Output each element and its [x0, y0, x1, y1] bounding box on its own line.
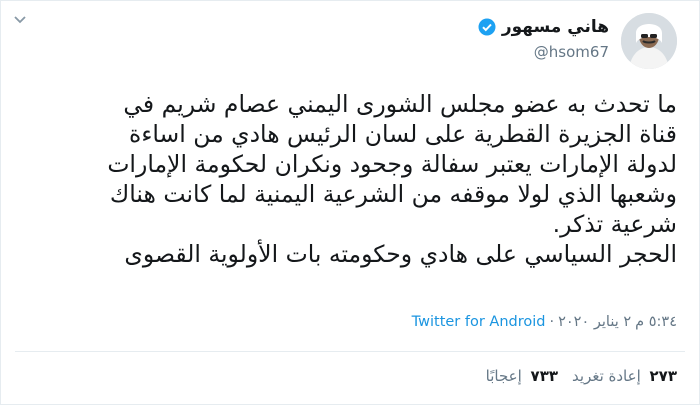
- avatar[interactable]: [621, 13, 677, 69]
- likes-count: ٧٣٣: [530, 367, 559, 385]
- tweet-stats: ٢٧٣ إعادة تغريد ٧٣٣ إعجابًا: [486, 367, 677, 385]
- tweet-meta: ٥:٣٤ م ٢ يناير ٢٠٢٠ · Twitter for Androi…: [412, 314, 677, 330]
- retweets-count: ٢٧٣: [649, 367, 677, 385]
- tweet-date[interactable]: ٢ يناير ٢٠٢٠: [558, 314, 631, 330]
- tweet-time[interactable]: ٥:٣٤ م: [635, 314, 677, 330]
- tweet-source-link[interactable]: Twitter for Android: [412, 314, 546, 330]
- author-display-name[interactable]: هاني مسهور: [502, 17, 609, 37]
- verified-badge-icon: [478, 18, 496, 36]
- divider: [15, 351, 685, 352]
- chevron-down-icon[interactable]: [13, 13, 27, 27]
- tweet-card: هاني مسهور @hsom67 ما تحدث به عضو مجلس ا…: [0, 0, 700, 405]
- retweets-stat[interactable]: ٢٧٣ إعادة تغريد: [572, 367, 677, 385]
- retweets-label: إعادة تغريد: [572, 367, 641, 385]
- likes-label: إعجابًا: [485, 367, 522, 385]
- meta-separator: ·: [549, 314, 555, 330]
- tweet-text: ما تحدث به عضو مجلس الشورى اليمني عصام ش…: [107, 90, 677, 268]
- author-name-row[interactable]: هاني مسهور: [478, 17, 609, 37]
- likes-stat[interactable]: ٧٣٣ إعجابًا: [486, 367, 558, 385]
- author-handle[interactable]: @hsom67: [534, 43, 609, 61]
